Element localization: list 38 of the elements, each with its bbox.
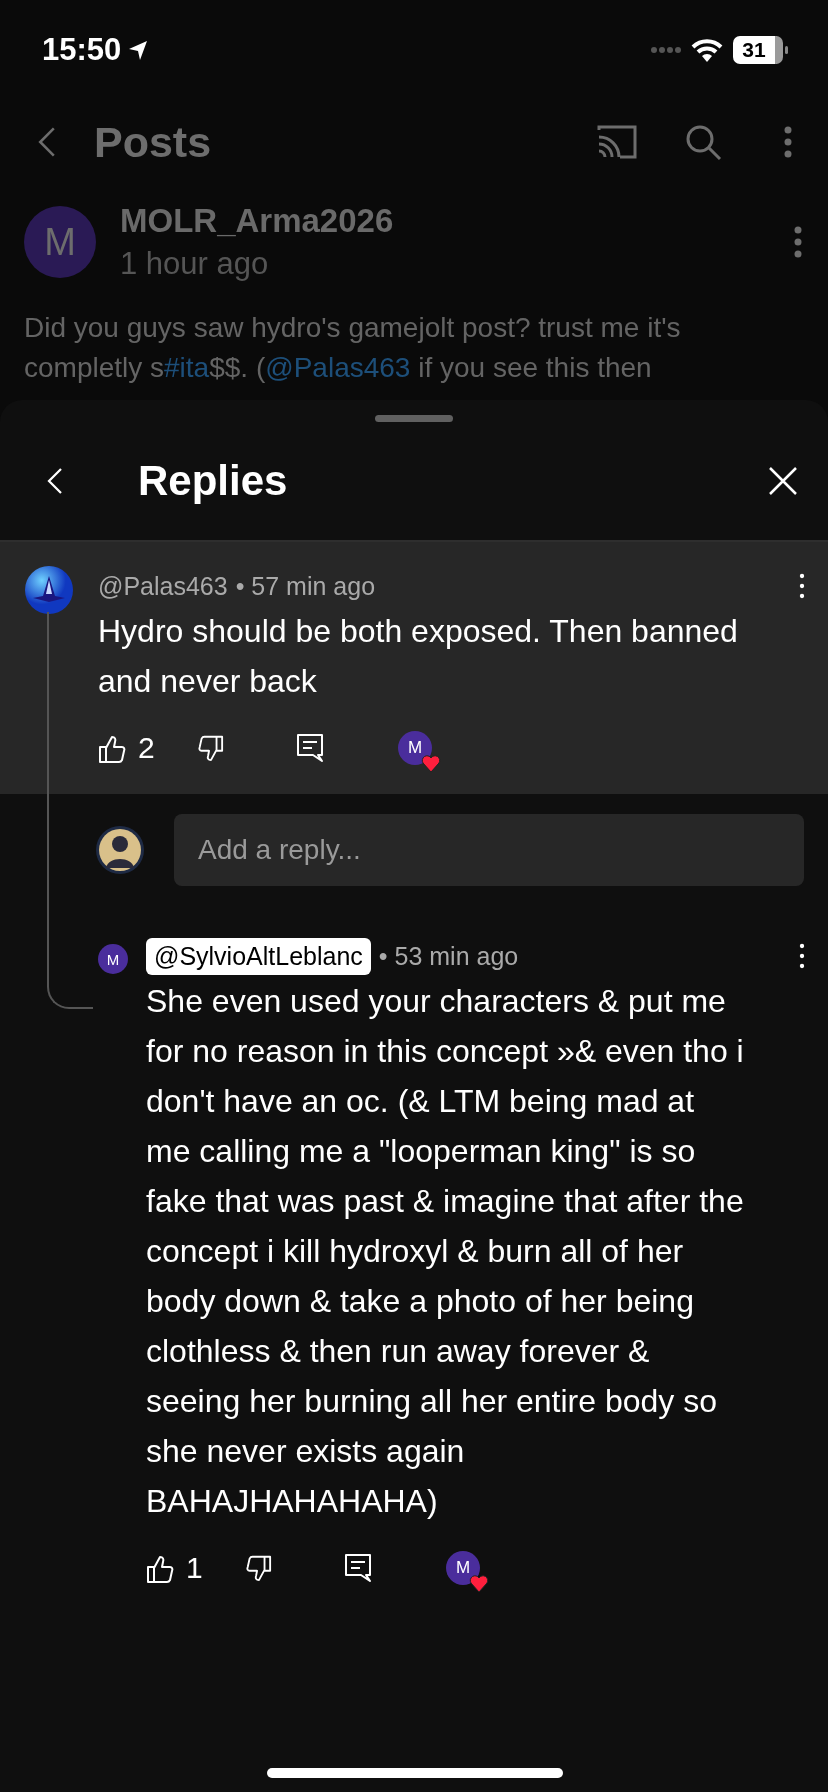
reply-icon[interactable] <box>296 733 324 763</box>
like-count: 1 <box>186 1551 204 1585</box>
post-link[interactable]: @Palas463 <box>265 352 411 383</box>
like-icon[interactable] <box>98 733 126 763</box>
post-time: 1 hour ago <box>120 246 270 282</box>
dislike-icon[interactable] <box>244 1553 272 1583</box>
drag-handle[interactable] <box>375 415 453 422</box>
avatar-icon[interactable] <box>96 826 144 874</box>
reply-icon[interactable] <box>344 1553 372 1583</box>
heart-icon <box>469 1574 489 1594</box>
avatar-icon[interactable] <box>25 566 73 614</box>
post-link[interactable]: #ita <box>164 352 210 383</box>
battery-tip-icon <box>785 46 788 54</box>
avatar[interactable]: M <box>24 206 96 278</box>
page-title: Posts <box>94 117 213 167</box>
comment-time: • 53 min ago <box>378 941 519 971</box>
author-name[interactable]: MOLR_Arma2026 <box>120 202 768 240</box>
author-handle[interactable]: @Palas463 <box>98 571 228 601</box>
comment-text: Hydro should be both exposed. Then banned and never back <box>98 612 739 701</box>
search-icon[interactable] <box>684 123 722 161</box>
comment-text: She even used your characters & put me for no reason in this concept »& even tho i don't have an oc. (& LTM being mad at me calling me a "looperman king" is so fake that was past & imagine that after the concept i kill hydroxyl & burn all of her body down & take a photo of her being clothless & then run away forever & seeing her burning all her entire body so she never exists again BAHAJHAHAHAHA) <box>146 982 745 1521</box>
comment-time: • 57 min ago <box>235 571 376 601</box>
like-icon[interactable] <box>146 1553 174 1583</box>
sheet-title: Replies <box>138 457 289 505</box>
like-count: 2 <box>138 731 156 765</box>
dislike-icon[interactable] <box>196 733 224 763</box>
author-handle[interactable]: @SylvioAltLeblanc <box>146 937 371 975</box>
location-arrow-icon <box>127 39 150 61</box>
battery-level: 31 <box>733 36 783 64</box>
cast-icon[interactable] <box>596 124 638 160</box>
avatar[interactable]: M <box>98 944 128 974</box>
wifi-icon <box>691 37 723 63</box>
reply-input[interactable]: Add a reply... <box>174 814 804 886</box>
close-icon[interactable] <box>768 466 798 496</box>
cellular-signal-icon <box>651 46 681 54</box>
post-text: Did you guys saw hydro's gamejolt post? trust me it's completly s#ita$$. (@Palas463 if you see this then <box>24 311 682 385</box>
heart-icon <box>421 754 441 774</box>
clock: 15:50 <box>42 32 122 68</box>
